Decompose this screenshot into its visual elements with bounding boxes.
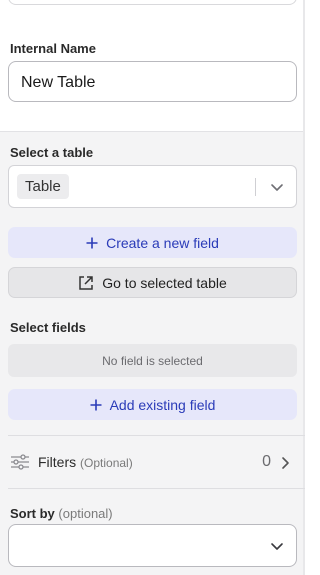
previous-card-edge [0, 0, 305, 5]
go-to-selected-table-button[interactable]: Go to selected table [8, 267, 297, 298]
sort-by-label: Sort by (optional) [10, 506, 113, 521]
plus-icon [90, 399, 102, 410]
internal-name-label: Internal Name [10, 41, 96, 56]
sliders-icon [11, 454, 29, 470]
external-link-icon [79, 275, 93, 290]
sort-by-select[interactable] [8, 524, 297, 567]
internal-name-value: New Table [21, 74, 96, 91]
filters-count: 0 [262, 453, 271, 470]
filters-label: Filters (Optional) [38, 454, 133, 470]
internal-name-input[interactable]: New Table [8, 61, 297, 102]
add-existing-field-button[interactable]: Add existing field [8, 389, 297, 420]
chevron-down-icon [271, 184, 283, 191]
empty-fields-text: No field is selected [102, 353, 203, 368]
divider [8, 488, 305, 489]
filters-title: Filters [38, 454, 77, 470]
selected-table-chip: Table [17, 174, 69, 199]
create-new-field-label: Create a new field [106, 234, 219, 251]
filters-optional: (Optional) [80, 456, 133, 470]
select-fields-label: Select fields [10, 320, 86, 335]
sort-by-optional: (optional) [58, 506, 113, 521]
plus-icon [86, 237, 98, 248]
chevron-right-icon [282, 457, 289, 469]
divider [8, 435, 305, 436]
select-table-label: Select a table [10, 145, 94, 160]
table-select[interactable]: Table [8, 165, 297, 208]
chevron-down-icon [271, 543, 283, 550]
selected-fields-empty: No field is selected [8, 344, 297, 377]
filters-row[interactable]: Filters (Optional) 0 [8, 446, 297, 478]
go-to-selected-table-label: Go to selected table [102, 274, 227, 291]
sort-by-title: Sort by [10, 506, 55, 521]
add-existing-field-label: Add existing field [109, 396, 216, 413]
create-new-field-button[interactable]: Create a new field [8, 227, 297, 258]
select-divider [255, 178, 256, 196]
